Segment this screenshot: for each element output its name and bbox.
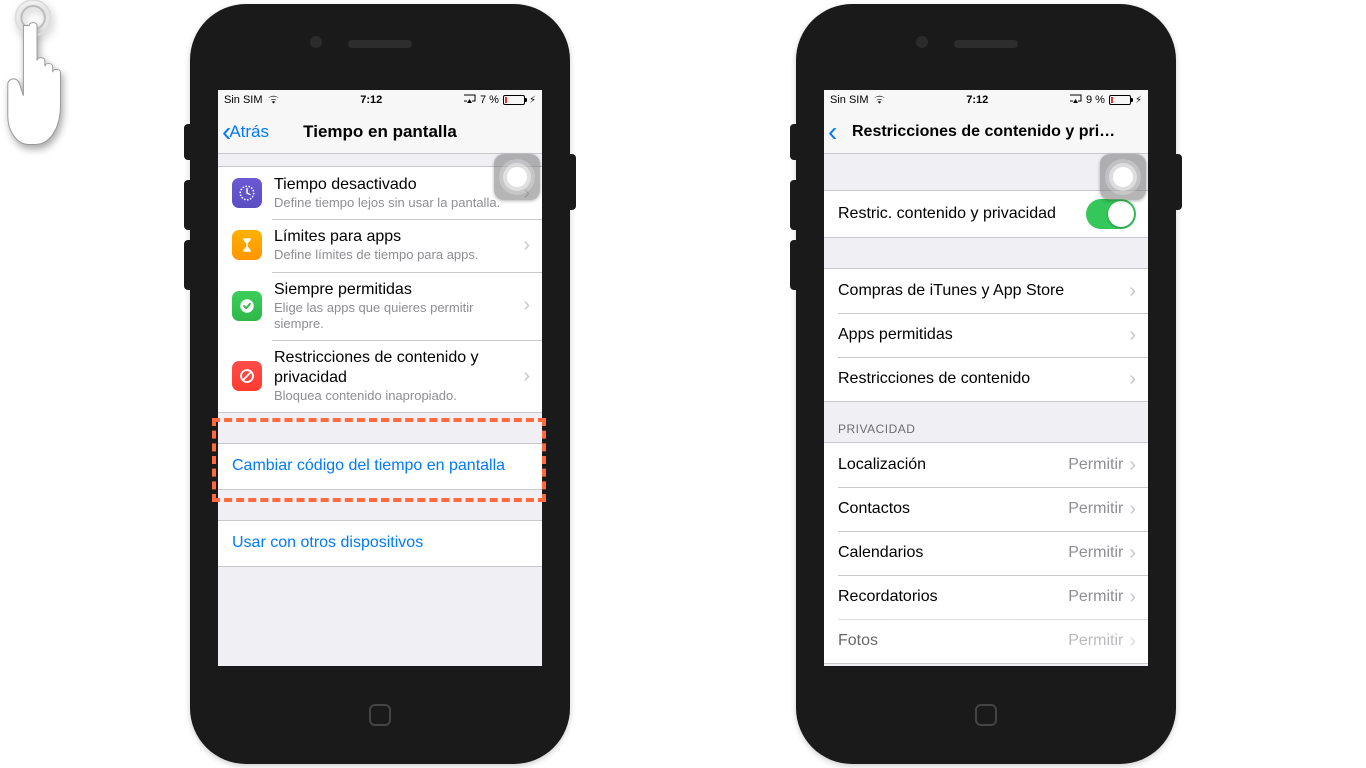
row-title: Apps permitidas <box>838 325 1123 345</box>
checkmark-icon <box>232 291 262 321</box>
airplay-icon <box>463 94 476 107</box>
battery-icon <box>503 95 525 105</box>
row-value: Permitir <box>1068 500 1123 518</box>
back-button[interactable]: ‹ Atrás <box>222 122 269 142</box>
content-restrictions-screen: Sin SIM 7:12 9 % ⚡︎ ‹ Restricciones de c… <box>824 90 1148 666</box>
status-bar: Sin SIM 7:12 9 % ⚡︎ <box>824 90 1148 110</box>
row-title: Compras de iTunes y App Store <box>838 281 1123 301</box>
iphone-mock-left: Sin SIM 7:12 7 % ⚡︎ ‹ Atrás Tiempo en <box>190 4 570 764</box>
row-title: Restricciones de contenido y privacidad <box>274 348 517 388</box>
row-title: Localización <box>838 455 1060 475</box>
row-title: Restricciones de contenido <box>838 369 1123 389</box>
carrier-label: Sin SIM <box>224 94 263 106</box>
chevron-right-icon: › <box>1129 586 1136 609</box>
charging-icon: ⚡︎ <box>529 95 536 106</box>
chevron-right-icon: › <box>1129 280 1136 303</box>
chevron-right-icon: › <box>523 365 530 388</box>
status-bar: Sin SIM 7:12 7 % ⚡︎ <box>218 90 542 110</box>
chevron-right-icon: › <box>523 294 530 317</box>
carrier-label: Sin SIM <box>830 94 869 106</box>
calendars-row[interactable]: Calendarios Permitir › <box>824 531 1148 575</box>
nav-title: Tiempo en pantalla <box>226 122 534 142</box>
settings-list[interactable]: Tiempo desactivado Define tiempo lejos s… <box>218 154 542 666</box>
row-title: Fotos <box>838 631 1060 651</box>
row-subtitle: Elige las apps que quieres permitir siem… <box>274 300 517 333</box>
battery-icon <box>1109 95 1131 105</box>
hourglass-icon <box>232 230 262 260</box>
row-value: Permitir <box>1068 456 1123 474</box>
row-title: Contactos <box>838 499 1060 519</box>
restrictions-toggle-row[interactable]: Restric. contenido y privacidad <box>824 191 1148 237</box>
chevron-right-icon: › <box>523 234 530 257</box>
use-other-devices-link[interactable]: Usar con otros dispositivos <box>218 521 542 566</box>
clock-label: 7:12 <box>966 94 988 106</box>
row-subtitle: Define tiempo lejos sin usar la pantalla… <box>274 195 517 211</box>
row-value: Permitir <box>1068 544 1123 562</box>
row-title: Restric. contenido y privacidad <box>838 204 1086 224</box>
row-value: Permitir <box>1068 632 1123 650</box>
always-allowed-row[interactable]: Siempre permitidas Elige las apps que qu… <box>218 272 542 341</box>
tap-hand-cursor-icon <box>0 0 78 175</box>
photos-row[interactable]: Fotos Permitir › <box>824 619 1148 663</box>
row-title: Siempre permitidas <box>274 280 517 300</box>
chevron-right-icon: › <box>1129 542 1136 565</box>
battery-pct-label: 7 % <box>480 94 499 106</box>
battery-pct-label: 9 % <box>1086 94 1105 106</box>
row-subtitle: Define límites de tiempo para apps. <box>274 247 517 263</box>
restrictions-list[interactable]: Restric. contenido y privacidad Compras … <box>824 154 1148 666</box>
home-button[interactable] <box>957 686 1015 744</box>
iphone-mock-right: Sin SIM 7:12 9 % ⚡︎ ‹ Restricciones de c… <box>796 4 1176 764</box>
wifi-icon <box>267 94 280 107</box>
content-restrictions-row[interactable]: Restricciones de contenido y privacidad … <box>218 340 542 412</box>
itunes-purchases-row[interactable]: Compras de iTunes y App Store › <box>824 269 1148 313</box>
wifi-icon <box>873 94 886 107</box>
contacts-row[interactable]: Contactos Permitir › <box>824 487 1148 531</box>
chevron-right-icon: › <box>1129 368 1136 391</box>
nav-title: Restricciones de contenido y pri… <box>832 123 1140 141</box>
chevron-right-icon: › <box>1129 454 1136 477</box>
back-label: Atrás <box>229 122 269 142</box>
downtime-icon <box>232 178 262 208</box>
charging-icon: ⚡︎ <box>1135 95 1142 106</box>
reminders-row[interactable]: Recordatorios Permitir › <box>824 575 1148 619</box>
row-title: Recordatorios <box>838 587 1060 607</box>
row-value: Permitir <box>1068 588 1123 606</box>
screen-time-settings-screen: Sin SIM 7:12 7 % ⚡︎ ‹ Atrás Tiempo en <box>218 90 542 666</box>
assistive-touch-button[interactable] <box>1100 154 1146 200</box>
app-limits-row[interactable]: Límites para apps Define límites de tiem… <box>218 219 542 271</box>
navigation-bar: ‹ Restricciones de contenido y pri… <box>824 110 1148 154</box>
row-title: Tiempo desactivado <box>274 175 517 195</box>
home-button[interactable] <box>351 686 409 744</box>
assistive-touch-button[interactable] <box>494 154 540 200</box>
allowed-apps-row[interactable]: Apps permitidas › <box>824 313 1148 357</box>
row-title: Calendarios <box>838 543 1060 563</box>
navigation-bar: ‹ Atrás Tiempo en pantalla <box>218 110 542 154</box>
clock-label: 7:12 <box>360 94 382 106</box>
location-row[interactable]: Localización Permitir › <box>824 443 1148 487</box>
row-title: Límites para apps <box>274 227 517 247</box>
chevron-right-icon: › <box>1129 324 1136 347</box>
change-passcode-link[interactable]: Cambiar código del tiempo en pantalla <box>218 444 542 489</box>
restrictions-toggle[interactable] <box>1086 199 1136 229</box>
privacy-section-header: PRIVACIDAD <box>824 402 1148 442</box>
content-restrictions-detail-row[interactable]: Restricciones de contenido › <box>824 357 1148 401</box>
nosign-icon <box>232 361 262 391</box>
row-subtitle: Bloquea contenido inapropiado. <box>274 388 517 404</box>
chevron-right-icon: › <box>1129 498 1136 521</box>
chevron-right-icon: › <box>1129 630 1136 653</box>
airplay-icon <box>1069 94 1082 107</box>
